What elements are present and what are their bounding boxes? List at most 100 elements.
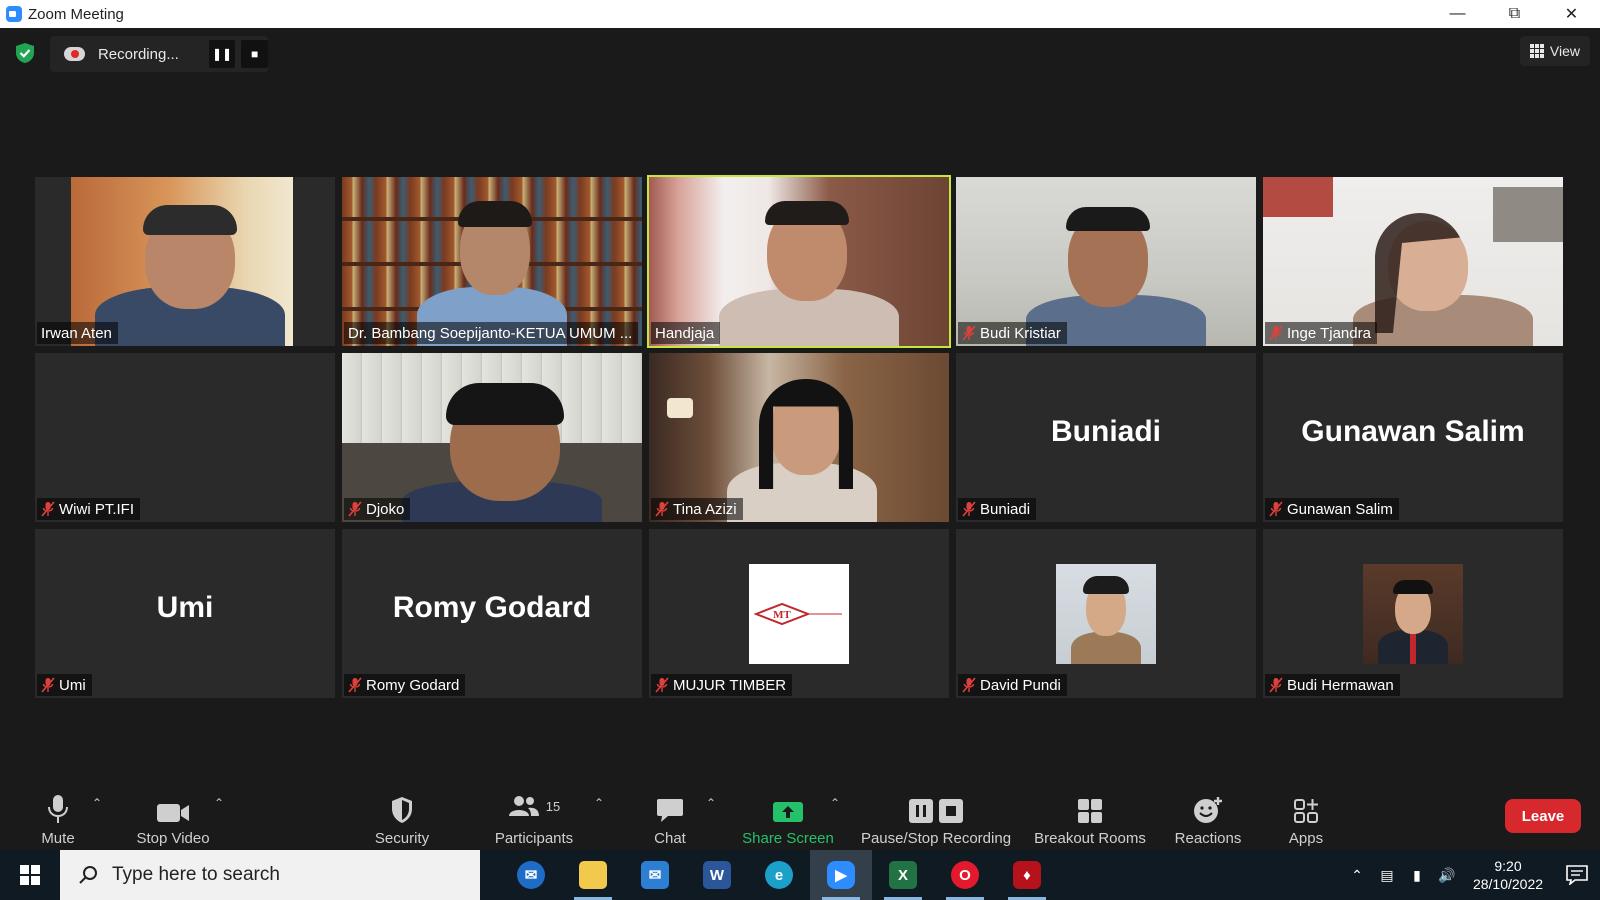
participant-name: Umi <box>59 676 86 694</box>
reactions-label: Reactions <box>1174 830 1242 847</box>
muted-mic-icon <box>962 501 976 517</box>
participant-tile[interactable]: Inge Tjandra <box>1263 177 1563 346</box>
taskbar-search[interactable]: Type here to search <box>60 850 480 900</box>
participant-tile[interactable]: Budi Kristiar <box>956 177 1256 346</box>
participants-count: 15 <box>545 798 561 814</box>
participant-tile-active-speaker[interactable]: Handjaja <box>647 175 951 348</box>
participant-name: MUJUR TIMBER <box>673 676 787 694</box>
opera-taskbar-icon[interactable]: O <box>934 850 996 900</box>
start-button[interactable] <box>0 850 60 900</box>
taskbar-clock[interactable]: 9:20 28/10/2022 <box>1462 857 1554 893</box>
participant-video <box>35 177 335 346</box>
participant-nameplate: Romy Godard <box>344 674 466 696</box>
edge-taskbar-icon[interactable]: e <box>748 850 810 900</box>
participant-tile[interactable]: Wiwi PT.IFI <box>35 353 335 522</box>
participant-nameplate: David Pundi <box>958 674 1067 696</box>
reactions-button[interactable]: Reactions <box>1168 778 1248 850</box>
volume-icon[interactable]: 🔊 <box>1432 867 1462 884</box>
participant-video <box>649 353 949 522</box>
participant-tile[interactable]: MT MUJUR TIMBER <box>649 529 949 698</box>
leave-meeting-button[interactable]: Leave <box>1505 799 1581 833</box>
mute-button[interactable]: Mute <box>34 778 82 850</box>
participants-options-caret-icon[interactable]: ⌃ <box>594 796 604 810</box>
participants-button[interactable]: 15 Participants <box>482 778 586 850</box>
security-button[interactable]: Security <box>370 778 434 850</box>
chevron-up-icon[interactable]: ⌃ <box>1342 867 1372 884</box>
participant-tile[interactable]: Dr. Bambang Soepijanto-KETUA UMUM ... <box>342 177 642 346</box>
stop-video-button[interactable]: Stop Video <box>130 778 216 850</box>
participant-nameplate: Budi Hermawan <box>1265 674 1400 696</box>
video-camera-icon <box>157 804 189 822</box>
participant-nameplate: Tina Azizi <box>651 498 743 520</box>
share-screen-icon <box>773 802 803 822</box>
pause-stop-recording-label: Pause/Stop Recording <box>860 830 1012 847</box>
network-icon[interactable]: ▤ <box>1372 867 1402 884</box>
breakout-rooms-button[interactable]: Breakout Rooms <box>1030 778 1150 850</box>
view-button[interactable]: View <box>1519 36 1590 66</box>
participant-tile[interactable]: Gunawan Salim Gunawan Salim <box>1263 353 1563 522</box>
share-screen-button[interactable]: Share Screen <box>740 778 836 850</box>
recording-indicator: Recording... ❚❚ ■ <box>50 36 268 72</box>
mail-taskbar-icon[interactable]: ✉ <box>624 850 686 900</box>
apps-label: Apps <box>1288 830 1324 847</box>
chat-button[interactable]: Chat <box>640 778 700 850</box>
participant-nameplate: Irwan Aten <box>37 322 118 344</box>
muted-mic-icon <box>348 677 362 693</box>
participant-tile[interactable]: Irwan Aten <box>35 177 335 346</box>
notifications-icon[interactable] <box>1554 865 1600 885</box>
participant-tile[interactable]: David Pundi <box>956 529 1256 698</box>
participant-video <box>956 177 1256 346</box>
video-options-caret-icon[interactable]: ⌃ <box>214 796 224 810</box>
participant-tile[interactable]: Budi Hermawan <box>1263 529 1563 698</box>
zoom-app-icon <box>6 6 22 22</box>
apps-icon <box>1294 799 1318 823</box>
restore-button[interactable]: ⧉ <box>1486 0 1543 28</box>
stop-video-label: Stop Video <box>136 830 210 847</box>
participant-nameplate: Inge Tjandra <box>1265 322 1377 344</box>
muted-mic-icon <box>962 677 976 693</box>
pause-recording-button[interactable]: ❚❚ <box>208 40 236 68</box>
word-taskbar-icon[interactable]: W <box>686 850 748 900</box>
pause-stop-recording-button[interactable]: Pause/Stop Recording <box>858 778 1014 850</box>
participant-name: Budi Kristiar <box>980 324 1061 342</box>
close-button[interactable]: ✕ <box>1543 0 1600 28</box>
participant-name: Wiwi PT.IFI <box>59 500 134 518</box>
breakout-rooms-label: Breakout Rooms <box>1034 830 1146 847</box>
encryption-shield-icon[interactable] <box>14 42 36 64</box>
windows-taskbar: Type here to search ✉ ✉ W e ▶ X O ♦ ⌃ ▤ … <box>0 850 1600 900</box>
participant-video <box>342 353 642 522</box>
window-title: Zoom Meeting <box>28 5 124 23</box>
stop-recording-button[interactable]: ■ <box>241 40 268 68</box>
participant-video <box>1263 177 1563 346</box>
chat-options-caret-icon[interactable]: ⌃ <box>706 796 716 810</box>
search-placeholder: Type here to search <box>112 864 280 885</box>
microphone-icon <box>48 795 68 823</box>
muted-mic-icon <box>1269 677 1283 693</box>
participant-tile[interactable]: Buniadi Buniadi <box>956 353 1256 522</box>
file-explorer-taskbar-icon[interactable] <box>562 850 624 900</box>
battery-icon[interactable]: ▮ <box>1402 867 1432 884</box>
apps-button[interactable]: Apps <box>1280 778 1332 850</box>
minimize-button[interactable]: — <box>1429 0 1486 28</box>
shield-icon <box>392 797 412 823</box>
muted-mic-icon <box>1269 325 1283 341</box>
stop-icon <box>939 799 963 823</box>
participant-tile[interactable]: Romy Godard Romy Godard <box>342 529 642 698</box>
participant-name: Handjaja <box>655 324 715 342</box>
outlook-taskbar-icon[interactable]: ✉ <box>500 850 562 900</box>
excel-taskbar-icon[interactable]: X <box>872 850 934 900</box>
audio-options-caret-icon[interactable]: ⌃ <box>92 796 102 810</box>
participant-video <box>649 177 949 346</box>
participant-tile[interactable]: Tina Azizi <box>649 353 949 522</box>
participant-tile[interactable]: Umi Umi <box>35 529 335 698</box>
participant-nameplate: Wiwi PT.IFI <box>37 498 140 520</box>
cloud-recording-icon <box>64 47 85 61</box>
windows-logo-icon <box>20 865 40 885</box>
zoom-taskbar-icon[interactable]: ▶ <box>810 850 872 900</box>
participant-tile[interactable]: Djoko <box>342 353 642 522</box>
profile-picture: MT <box>749 564 849 664</box>
game-taskbar-icon[interactable]: ♦ <box>996 850 1058 900</box>
share-options-caret-icon[interactable]: ⌃ <box>830 796 840 810</box>
logo-text: MT <box>773 609 791 621</box>
profile-picture <box>1056 564 1156 664</box>
